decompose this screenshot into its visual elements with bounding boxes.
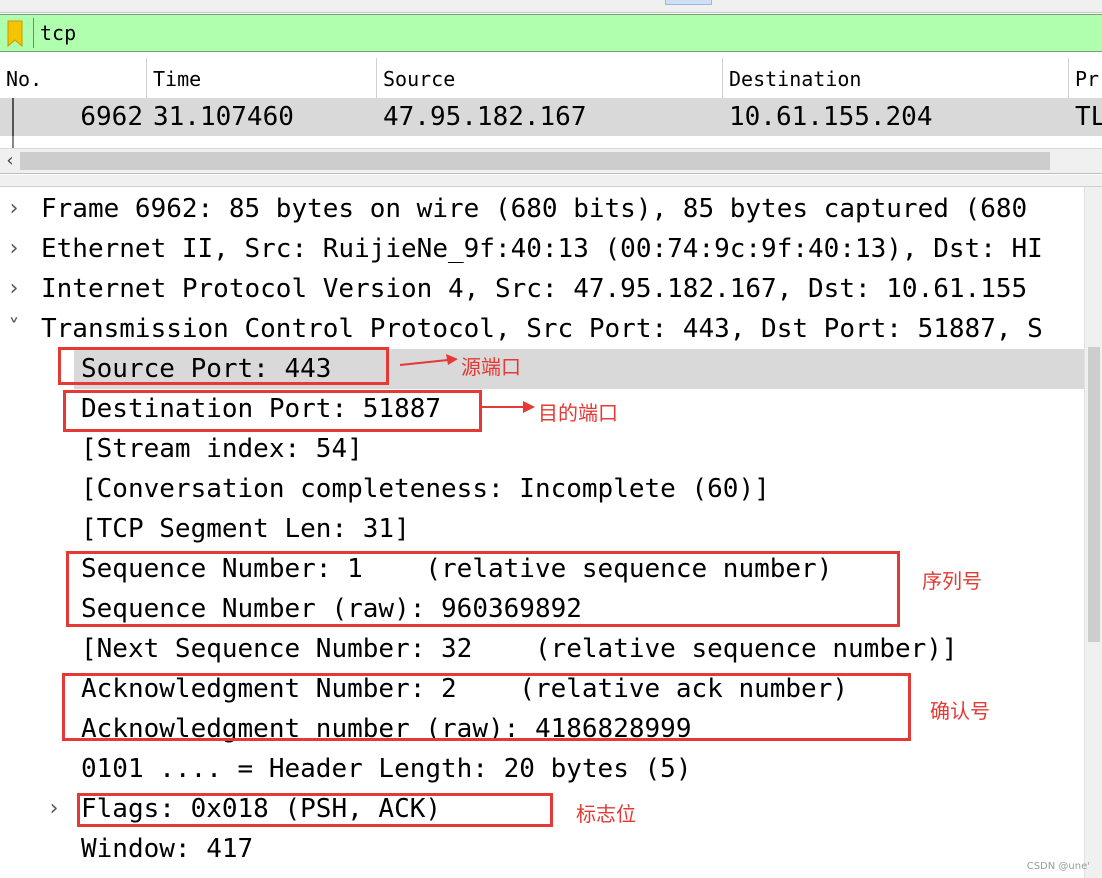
- details-vscrollbar[interactable]: [1084, 187, 1102, 878]
- packet-list-header: No. Time Source Destination Pr: [0, 58, 1102, 99]
- annotation-box-ack: [62, 673, 911, 741]
- tree-item[interactable]: › Internet Protocol Version 4, Src: 47.95…: [0, 269, 1084, 309]
- annotation-label-ack: 确认号: [930, 699, 990, 723]
- tree-item-label: [Stream index: 54]: [81, 434, 363, 464]
- packet-source: 47.95.182.167: [383, 102, 587, 132]
- packet-no: 6962: [80, 102, 143, 132]
- annotation-box-flags: [77, 793, 553, 827]
- scroll-left-icon[interactable]: ‹: [2, 149, 18, 173]
- packet-destination: 10.61.155.204: [729, 102, 933, 132]
- tree-item[interactable]: [Next Sequence Number: 32 (relative sequ…: [0, 629, 1084, 669]
- tree-item[interactable]: › Frame 6962: 85 bytes on wire (680 bits)…: [0, 189, 1084, 229]
- chevron-right-icon[interactable]: ›: [44, 789, 64, 829]
- tree-item-label: Frame 6962: 85 bytes on wire (680 bits),…: [41, 194, 1028, 224]
- column-header-time[interactable]: Time: [147, 58, 377, 98]
- bookmark-icon[interactable]: [5, 20, 25, 48]
- packet-details-tree: › Frame 6962: 85 bytes on wire (680 bits)…: [0, 187, 1084, 878]
- packet-time: 31.107460: [153, 102, 294, 132]
- tree-item[interactable]: › Ethernet II, Src: RuijieNe_9f:40:13 (00…: [0, 229, 1084, 269]
- watermark: CSDN @une': [1026, 861, 1090, 872]
- tree-item[interactable]: Window: 417: [0, 829, 1084, 869]
- packet-row-selected[interactable]: 6962 31.107460 47.95.182.167 10.61.155.2…: [0, 98, 1102, 136]
- tree-item-label: Ethernet II, Src: RuijieNe_9f:40:13 (00:…: [41, 234, 1043, 264]
- display-filter-input[interactable]: [40, 18, 1090, 48]
- filter-separator: [33, 18, 34, 48]
- chevron-right-icon[interactable]: ›: [4, 269, 24, 309]
- annotation-label-sequence: 序列号: [922, 569, 982, 593]
- tree-item-label: [Next Sequence Number: 32 (relative sequ…: [81, 634, 958, 664]
- column-header-destination[interactable]: Destination: [723, 58, 1069, 98]
- tree-item[interactable]: [Stream index: 54]: [0, 429, 1084, 469]
- chevron-right-icon[interactable]: ›: [4, 229, 24, 269]
- tree-item-label: 0101 .... = Header Length: 20 bytes (5): [81, 754, 692, 784]
- tree-item-label: Internet Protocol Version 4, Src: 47.95.…: [41, 274, 1028, 304]
- top-toolbar-strip: [0, 0, 1102, 13]
- annotation-box-sequence: [66, 551, 900, 627]
- tree-item-label: Transmission Control Protocol, Src Port:…: [41, 314, 1043, 344]
- annotation-label-source-port: 源端口: [461, 355, 521, 379]
- packet-list-hscrollbar[interactable]: ‹: [0, 148, 1102, 174]
- related-packet-marker: [12, 136, 14, 148]
- arrow-icon: [480, 401, 535, 413]
- tree-item-label: [TCP Segment Len: 31]: [81, 514, 410, 544]
- chevron-down-icon[interactable]: ˅: [4, 309, 24, 349]
- arrow-icon: [399, 354, 458, 366]
- tree-item-label: [Conversation completeness: Incomplete (…: [81, 474, 770, 504]
- tree-item-label: Window: 417: [81, 834, 254, 864]
- column-header-no[interactable]: No.: [0, 58, 147, 98]
- toolbar-tab[interactable]: [665, 0, 712, 5]
- chevron-right-icon[interactable]: ›: [4, 189, 24, 229]
- column-header-source[interactable]: Source: [377, 58, 723, 98]
- tree-item[interactable]: [Conversation completeness: Incomplete (…: [0, 469, 1084, 509]
- vscroll-thumb[interactable]: [1088, 347, 1100, 642]
- column-header-protocol[interactable]: Pr: [1069, 58, 1102, 98]
- annotation-box-source-port: [58, 347, 389, 385]
- packet-row-partial[interactable]: [0, 136, 1102, 148]
- annotation-box-destination-port: [63, 390, 482, 432]
- tree-item[interactable]: 0101 .... = Header Length: 20 bytes (5): [0, 749, 1084, 789]
- hscroll-thumb[interactable]: [20, 152, 1050, 170]
- annotation-label-flags: 标志位: [576, 802, 636, 826]
- packet-protocol: TL: [1075, 102, 1102, 132]
- tree-item[interactable]: [TCP Segment Len: 31]: [0, 509, 1084, 549]
- annotation-label-destination-port: 目的端口: [538, 401, 618, 425]
- display-filter-bar: [0, 14, 1102, 52]
- pane-splitter[interactable]: [0, 175, 1102, 187]
- tree-item[interactable]: ˅ Transmission Control Protocol, Src Port…: [0, 309, 1084, 349]
